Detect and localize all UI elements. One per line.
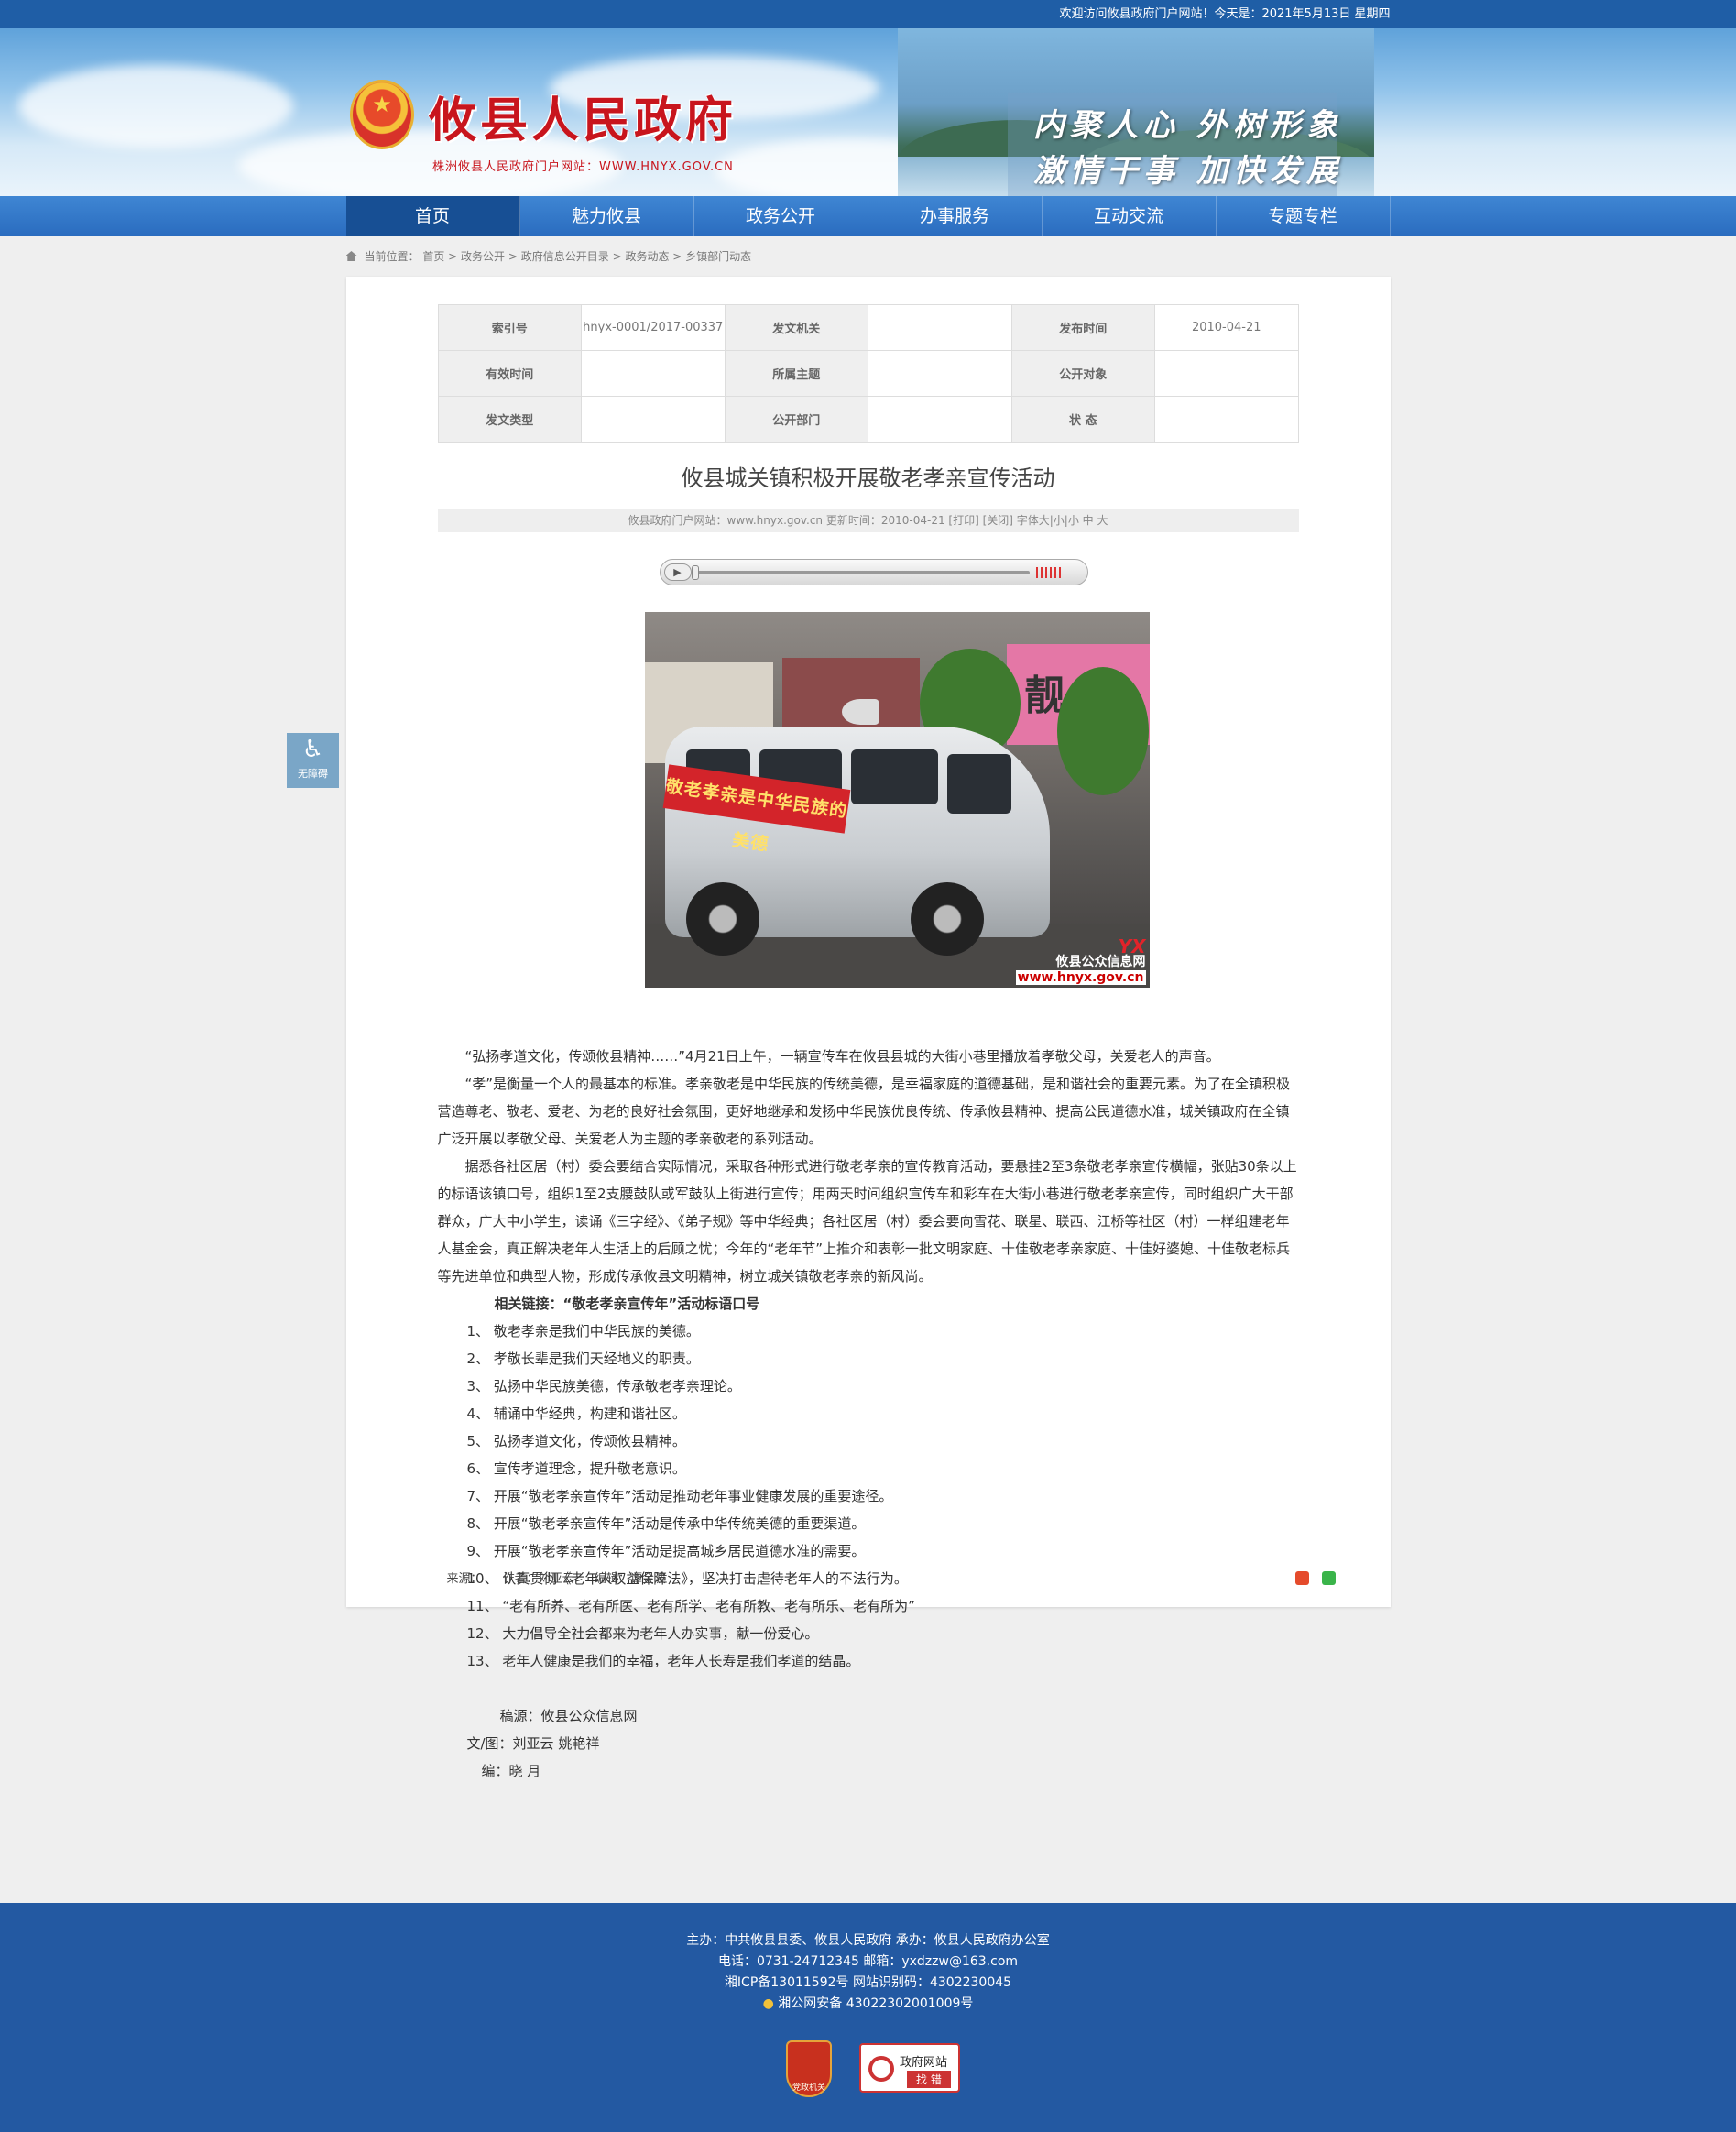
site-subtitle: 株洲攸县人民政府门户网站：WWW.HNYX.GOV.CN xyxy=(432,160,734,174)
meta-value xyxy=(581,350,726,397)
watermark-url: www.hnyx.gov.cn xyxy=(1015,970,1146,985)
accessibility-label: 无障碍 xyxy=(298,768,328,780)
badge-label: 政府网站 xyxy=(900,2056,948,2070)
nav-item-charm[interactable]: 魅力攸县 xyxy=(520,196,694,236)
breadcrumb-item[interactable]: 政府信息公开目录 xyxy=(521,250,609,263)
watermark-name: 攸县公众信息网 xyxy=(1055,955,1146,969)
meta-value: hnyx-0001/2017-00337 xyxy=(581,304,726,351)
slogan-item: 4、 辅诵中华经典，构建和谐社区。 xyxy=(466,1405,686,1422)
nav-item-interaction[interactable]: 互动交流 xyxy=(1043,196,1217,236)
main-nav: 首页 魅力攸县 政务公开 办事服务 互动交流 专题专栏 xyxy=(0,196,1736,236)
breadcrumb: 当前位置： 首页 > 政务公开 > 政府信息公开目录 > 政务动态 > 乡镇部门… xyxy=(345,236,1391,277)
share-buttons xyxy=(1288,1571,1336,1589)
paragraph: 据悉各社区居（村）委会要结合实际情况，采取各种形式进行敬老孝亲的宣传教育活动，要… xyxy=(437,1158,1297,1285)
party-government-badge[interactable]: 党政机关 xyxy=(786,2040,832,2097)
slogan-item: 13、 老年人健康是我们的幸福，老年人长寿是我们孝道的结晶。 xyxy=(466,1653,860,1669)
loudspeaker-icon xyxy=(841,699,879,725)
weibo-share-icon[interactable] xyxy=(1295,1571,1310,1585)
nav-item-government-affairs[interactable]: 政务公开 xyxy=(694,196,868,236)
meta-value xyxy=(1154,396,1299,443)
slogan-item: 5、 弘扬孝道文化，传颂攸县精神。 xyxy=(466,1433,686,1449)
signature-editor: 编：晓 月 xyxy=(481,1763,541,1779)
slogan-line-1: 内聚人心 外树形象 xyxy=(1033,107,1343,144)
slogan-item: 9、 开展“敬老孝亲宣传年”活动是提高城乡居民道德水准的需要。 xyxy=(466,1543,866,1559)
meta-key: 所属主题 xyxy=(724,350,868,397)
footer-police-record[interactable]: ● 湘公网安备 43022302001009号 xyxy=(0,1994,1736,2015)
info-table: 索引号 hnyx-0001/2017-00337 发文机关 发布时间 2010-… xyxy=(437,304,1299,443)
progress-handle[interactable] xyxy=(691,565,699,580)
meta-key: 公开部门 xyxy=(724,396,868,443)
meta-value xyxy=(868,350,1012,397)
source-label: 来源： xyxy=(446,1572,483,1586)
article-footer-meta: 来源： 作者：刘亚云 编辑：谭金波 xyxy=(447,1569,682,1586)
meta-key: 状 态 xyxy=(1010,396,1155,443)
breadcrumb-item[interactable]: 乡镇部门动态 xyxy=(685,250,751,263)
watermark-logo-icon: YX xyxy=(1118,935,1146,957)
accessibility-button[interactable]: ♿ 无障碍 xyxy=(287,733,339,788)
meta-key: 有效时间 xyxy=(437,350,582,397)
author-label: 作者：刘亚云 xyxy=(502,1572,574,1586)
breadcrumb-item[interactable]: 首页 xyxy=(422,250,444,263)
footer-icp[interactable]: 湘ICP备13011592号 网站识别码：4302230045 xyxy=(0,1973,1736,1994)
slogan-line-2: 激情干事 加快发展 xyxy=(1033,153,1343,190)
header-banner: 内聚人心 外树形象 激情干事 加快发展 攸县人民政府 株洲攸县人民政府门户网站：… xyxy=(0,28,1736,196)
slogan-item: 2、 孝敬长辈是我们天经地义的职责。 xyxy=(466,1350,700,1367)
audio-player[interactable]: ▶ xyxy=(659,559,1088,585)
page-footer: 主办：中共攸县县委、攸县人民政府 承办：攸县人民政府办公室 电话：0731-24… xyxy=(0,1903,1736,2132)
photo-watermark: YX 攸县公众信息网 www.hnyx.gov.cn xyxy=(1015,935,1146,986)
welcome-text: 欢迎访问攸县政府门户网站！今天是：2021年5月13日 星期四 xyxy=(1059,7,1391,21)
meta-key: 公开对象 xyxy=(1010,350,1155,397)
meta-value: 2010-04-21 xyxy=(1154,304,1299,351)
editor-label: 编辑：谭金波 xyxy=(594,1572,666,1586)
slogan-item: 12、 大力倡导全社会都来为老年人办实事，献一份爱心。 xyxy=(466,1625,819,1642)
wheelchair-icon: ♿ xyxy=(301,736,324,763)
slogan-item: 8、 开展“敬老孝亲宣传年”活动是传承中华传统美德的重要渠道。 xyxy=(466,1515,866,1532)
meta-key: 发文类型 xyxy=(437,396,582,443)
signature-author: 文/图：刘亚云 姚艳祥 xyxy=(466,1735,600,1752)
breadcrumb-label: 当前位置： xyxy=(364,250,420,263)
report-error-badge[interactable]: 政府网站 找 错 xyxy=(859,2043,960,2093)
paragraph: “孝”是衡量一个人的最基本的标准。孝亲敬老是中华民族的传统美德，是幸福家庭的道德… xyxy=(437,1076,1291,1147)
article-photo: 靓人 敬老孝亲是中华民族的美德 YX 攸县公众信息网 www.hnyx.gov.… xyxy=(644,612,1150,988)
play-icon[interactable]: ▶ xyxy=(663,563,692,581)
related-links-title: 相关链接：“敬老孝亲宣传年”活动标语口号 xyxy=(494,1296,760,1312)
slogan-item: 3、 弘扬中华民族美德，传承敬老孝亲理论。 xyxy=(466,1378,741,1394)
volume-icon[interactable] xyxy=(1035,567,1064,578)
meta-value xyxy=(868,304,1012,351)
breadcrumb-item[interactable]: 政务动态 xyxy=(625,250,669,263)
nav-item-services[interactable]: 办事服务 xyxy=(868,196,1043,236)
signature-source: 稿源：攸县公众信息网 xyxy=(499,1708,638,1724)
slogan-item: 1、 敬老孝亲是我们中华民族的美德。 xyxy=(466,1323,700,1339)
slogan-item: 11、 “老有所养、老有所医、老有所学、老有所教、老有所乐、老有所为” xyxy=(466,1598,915,1614)
slogan-item: 7、 开展“敬老孝亲宣传年”活动是推动老年事业健康发展的重要途径。 xyxy=(466,1488,893,1504)
footer-contact: 电话：0731-24712345 邮箱：yxdzzw@163.com xyxy=(717,1954,1019,1969)
nav-item-special[interactable]: 专题专栏 xyxy=(1217,196,1391,236)
meta-key: 发文机关 xyxy=(724,304,868,351)
article-info-bar[interactable]: 攸县政府门户网站：www.hnyx.gov.cn 更新时间：2010-04-21… xyxy=(437,509,1299,532)
article-body: “弘扬孝道文化，传颂攸县精神……”4月21日上午，一辆宣传车在攸县县城的大街小巷… xyxy=(438,1043,1299,1785)
home-icon xyxy=(345,251,357,261)
footer-sponsor: 主办：中共攸县县委、攸县人民政府 承办：攸县人民政府办公室 xyxy=(686,1933,1050,1948)
nav-item-home[interactable]: 首页 xyxy=(345,196,520,236)
site-title[interactable]: 攸县人民政府 xyxy=(429,82,737,150)
meta-value xyxy=(868,396,1012,443)
magnifier-icon xyxy=(868,2056,894,2082)
badge-label: 找 错 xyxy=(907,2071,951,2088)
progress-track[interactable] xyxy=(694,571,1030,574)
paragraph: “弘扬孝道文化，传颂攸县精神……”4月21日上午，一辆宣传车在攸县县城的大街小巷… xyxy=(464,1048,1220,1065)
meta-value xyxy=(581,396,726,443)
meta-value xyxy=(1154,350,1299,397)
national-emblem-icon xyxy=(350,80,414,149)
breadcrumb-item[interactable]: 政务公开 xyxy=(461,250,505,263)
meta-key: 索引号 xyxy=(437,304,582,351)
wechat-share-icon[interactable] xyxy=(1321,1571,1336,1585)
article-title: 攸县城关镇积极开展敬老孝亲宣传活动 xyxy=(681,465,1055,491)
meta-key: 发布时间 xyxy=(1010,304,1155,351)
top-bar: 欢迎访问攸县政府门户网站！今天是：2021年5月13日 星期四 xyxy=(0,0,1736,28)
slogan-item: 6、 宣传孝道理念，提升敬老意识。 xyxy=(466,1460,686,1477)
article-card: 索引号 hnyx-0001/2017-00337 发文机关 发布时间 2010-… xyxy=(345,277,1391,1779)
police-badge-icon: ● xyxy=(762,1996,774,2011)
